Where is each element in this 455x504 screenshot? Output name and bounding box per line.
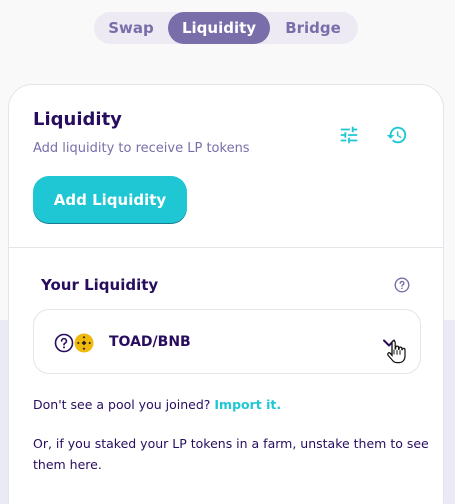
card-header: Liquidity Add liquidity to receive LP to… (9, 85, 443, 248)
liquidity-card: Liquidity Add liquidity to receive LP to… (8, 84, 444, 504)
your-liquidity-label: Your Liquidity (41, 276, 159, 294)
tab-bar: Swap Liquidity Bridge (94, 12, 358, 44)
tab-liquidity[interactable]: Liquidity (168, 12, 270, 44)
settings-button[interactable] (335, 121, 363, 149)
settings-sliders-icon (340, 126, 358, 144)
import-link[interactable]: Import it. (214, 397, 281, 412)
missing-pool-note: Don't see a pool you joined? Import it. (33, 397, 281, 412)
bnb-token-icon (74, 333, 94, 353)
page-subtitle: Add liquidity to receive LP tokens (33, 141, 250, 156)
missing-pool-text: Don't see a pool you joined? (33, 397, 211, 412)
tab-bridge[interactable]: Bridge (270, 12, 356, 44)
add-liquidity-button[interactable]: Add Liquidity (33, 176, 187, 224)
help-button[interactable] (393, 276, 411, 294)
unknown-token-icon (54, 333, 74, 353)
pool-pair-label: TOAD/BNB (109, 334, 191, 350)
page-title: Liquidity (33, 109, 122, 130)
pool-row-toad-bnb[interactable]: TOAD/BNB (33, 309, 421, 374)
farm-note: Or, if you staked your LP tokens in a fa… (33, 436, 429, 472)
question-circle-icon (394, 277, 410, 293)
history-icon (386, 126, 407, 144)
hand-cursor-icon (387, 340, 406, 364)
tab-swap[interactable]: Swap (94, 12, 168, 44)
history-button[interactable] (383, 121, 411, 149)
